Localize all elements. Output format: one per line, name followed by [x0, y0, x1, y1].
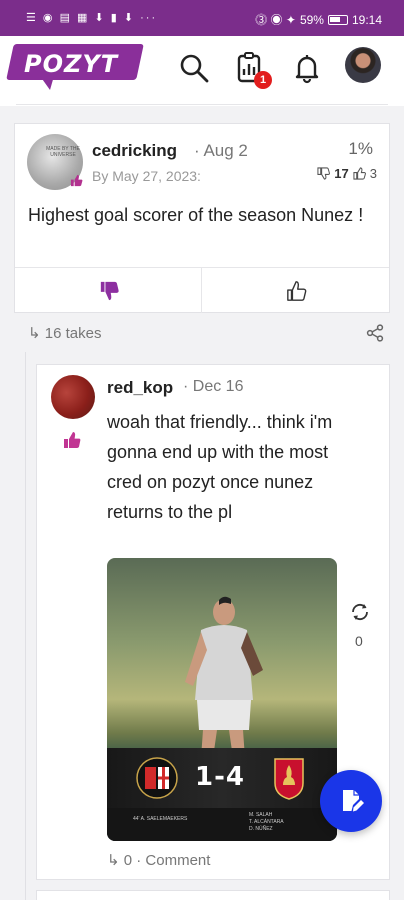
dislike-count: 17: [334, 166, 349, 181]
prediction-due-date: By May 27, 2023:: [92, 168, 201, 184]
status-bar: ☰ ◉ ▤ ▦ ⬇ ▮ ⬇ ··· ⓷ ◉ ✦ 59% 19:14: [0, 0, 404, 36]
logo-text: POZYT: [24, 50, 119, 78]
scorers-band: [107, 808, 337, 841]
reply-date: · Dec 16: [183, 378, 244, 395]
takes-row: ↳ 16 takes: [0, 312, 404, 352]
like-count: 3: [369, 166, 377, 181]
header-divider: [16, 104, 388, 105]
like-count-icon: [353, 167, 366, 180]
avatar-text: MADE BY THE UNIVERSE: [46, 146, 80, 158]
reply-author-username[interactable]: red_kop: [107, 378, 173, 398]
thread-line: [25, 352, 26, 900]
liverpool-crest: [274, 758, 304, 800]
like-button[interactable]: [286, 280, 308, 302]
dislike-count-icon: [317, 167, 331, 180]
search-icon[interactable]: [178, 52, 210, 84]
reply-text: woah that friendly... think i'm gonna en…: [107, 412, 333, 522]
compose-icon: [343, 790, 364, 812]
post-date: · Aug 2: [194, 141, 248, 160]
post-card[interactable]: MADE BY THE UNIVERSE cedricking · Aug 2 …: [14, 123, 390, 313]
thumbs-up-mini-icon: [70, 174, 83, 187]
vote-divider: [201, 268, 202, 313]
takes-count-link[interactable]: ↳ 16 takes: [28, 324, 101, 342]
battery-percent: 59%: [299, 12, 324, 27]
comment-link[interactable]: ↳ 0 · Comment: [107, 851, 210, 869]
author-username[interactable]: cedricking: [92, 141, 177, 161]
match-score: 1-4: [195, 762, 245, 792]
home-scorers: 44' A. SAELEMAEKERS: [133, 816, 188, 822]
notification-badge: 1: [254, 71, 272, 89]
user-avatar[interactable]: [345, 47, 381, 83]
away-scorers: M. SALAH T. ALCÁNTARA D. NÚÑEZ: [249, 812, 284, 832]
status-right: ⓷ ◉ ✦ 59% 19:14: [255, 11, 382, 28]
bell-icon[interactable]: [291, 52, 323, 84]
status-symbols: ⓷ ◉ ✦: [255, 13, 296, 27]
ac-milan-crest: [136, 757, 178, 799]
battery-icon: [327, 14, 348, 25]
vote-row: [15, 267, 389, 313]
share-icon[interactable]: [366, 324, 384, 342]
refresh-icon[interactable]: [349, 601, 371, 623]
app-header: POZYT: [0, 36, 404, 106]
match-result-image[interactable]: 1-4 44' A. SAELEMAEKERS M. SALAH T. ALCÁ…: [107, 558, 337, 841]
logo-tail: [40, 76, 54, 90]
prediction-percent: 1%: [348, 139, 373, 158]
clock: 19:14: [351, 12, 382, 27]
pozyt-logo[interactable]: POZYT: [6, 44, 146, 90]
reply-author-avatar[interactable]: [51, 375, 95, 419]
post-text: Highest goal scorer of the season Nunez …: [28, 205, 364, 225]
status-icons: ☰ ◉ ▤ ▦ ⬇ ▮ ⬇ ···: [26, 12, 158, 24]
thumbs-up-reaction-icon: [64, 432, 81, 448]
compose-fab[interactable]: [320, 770, 382, 832]
dislike-button[interactable]: [99, 280, 121, 302]
post-stats: 17 3: [317, 166, 377, 181]
refresh-count: 0: [355, 633, 363, 649]
next-reply-card[interactable]: [36, 890, 390, 900]
